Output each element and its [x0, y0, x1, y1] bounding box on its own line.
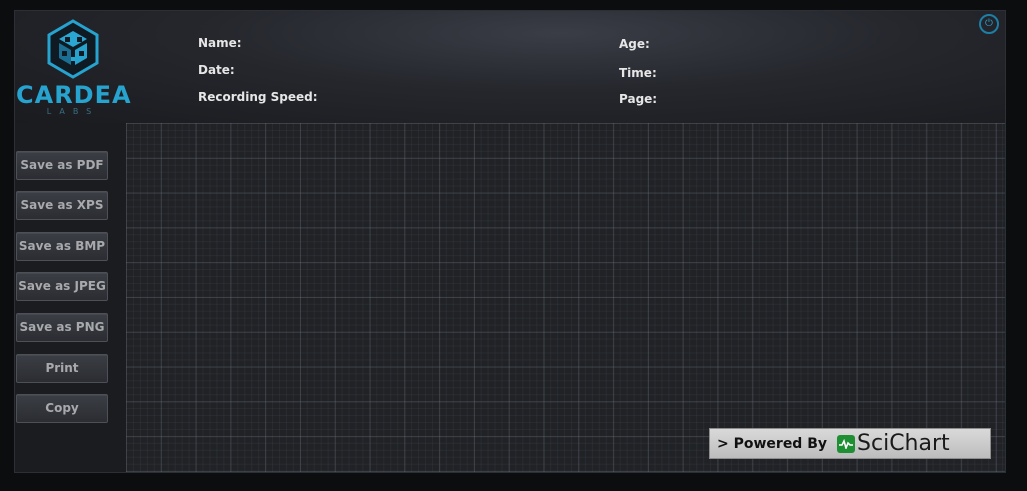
save-as-pdf-button[interactable]: Save as PDF: [16, 151, 108, 180]
save-as-jpeg-button[interactable]: Save as JPEG: [16, 272, 108, 301]
date-label: Date:: [198, 63, 235, 77]
save-as-png-button[interactable]: Save as PNG: [16, 313, 108, 342]
scichart-brand-text: SciChart: [857, 431, 950, 456]
time-label: Time:: [619, 66, 657, 80]
cube-logo-icon: [47, 19, 99, 79]
power-button[interactable]: ⏻: [979, 14, 999, 34]
report-header: CARDEA LABS Name: Date: Recording Speed:…: [15, 11, 1005, 123]
copy-button[interactable]: Copy: [16, 394, 108, 423]
logo-wordmark: CARDEA: [16, 81, 132, 109]
name-label: Name:: [198, 36, 242, 50]
powered-by-scichart-badge[interactable]: > Powered By SciChart: [709, 428, 991, 459]
recording-speed-label: Recording Speed:: [198, 90, 318, 104]
ecg-grid-chart[interactable]: [126, 123, 1005, 472]
age-label: Age:: [619, 37, 650, 51]
print-button[interactable]: Print: [16, 354, 108, 383]
report-window: CARDEA LABS Name: Date: Recording Speed:…: [14, 10, 1006, 473]
power-icon: ⏻: [985, 18, 993, 29]
cardea-labs-logo: CARDEA LABS: [15, 17, 131, 117]
save-as-xps-button[interactable]: Save as XPS: [16, 191, 108, 220]
logo-subtitle: LABS: [46, 107, 100, 116]
export-sidebar: Save as PDF Save as XPS Save as BMP Save…: [15, 123, 126, 472]
page-label: Page:: [619, 92, 658, 106]
save-as-bmp-button[interactable]: Save as BMP: [16, 232, 108, 261]
scichart-logo-icon: [837, 434, 856, 453]
powered-by-text: > Powered By: [717, 435, 828, 452]
